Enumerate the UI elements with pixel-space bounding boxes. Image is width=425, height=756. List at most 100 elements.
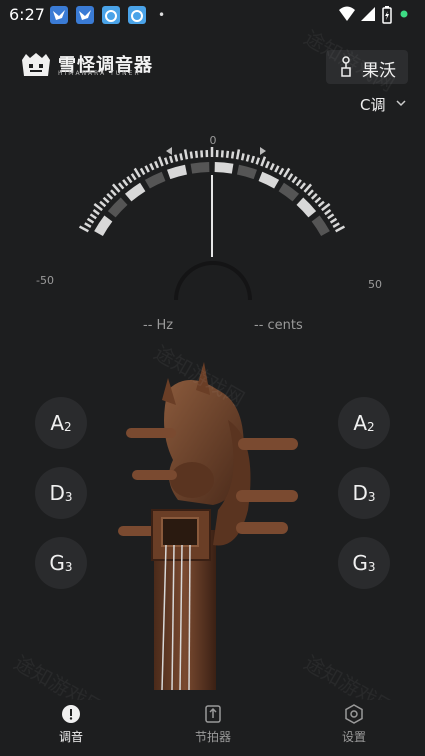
string-button-left-2[interactable]: D3	[35, 467, 87, 519]
gauge-tick	[335, 225, 346, 233]
gauge-tick	[200, 150, 204, 158]
gauge-tick	[245, 154, 250, 162]
chevron-down-icon	[396, 100, 406, 107]
gauge-segment	[107, 197, 128, 218]
gauge-tick	[122, 179, 129, 187]
key-select[interactable]: C调	[360, 94, 410, 114]
string-note: A	[50, 411, 65, 435]
gauge-tick	[230, 151, 235, 159]
bird-app-icon	[76, 6, 94, 24]
gauge-tick	[89, 213, 97, 220]
gauge-tick	[264, 160, 270, 169]
gauge-tick	[299, 182, 307, 190]
gauge-inner-shadow	[174, 261, 252, 300]
nav-label: 设置	[341, 730, 366, 744]
gauge-tick	[321, 202, 331, 212]
gauge-tick	[189, 151, 194, 159]
gauge-tick	[317, 200, 325, 208]
gauge-tick	[163, 157, 169, 165]
nav-label: 调音	[58, 730, 83, 744]
string-octave: 3	[367, 560, 376, 574]
string-note: D	[352, 481, 368, 505]
app-logo: 雪怪调音器 HIMANARA TUNER	[20, 50, 180, 82]
gauge-tick	[235, 149, 241, 160]
horse-muzzle	[170, 462, 214, 498]
status-dot-icon	[400, 10, 408, 18]
gauge-tick	[154, 160, 160, 169]
gauge-segment	[94, 215, 113, 237]
gauge-tick	[92, 209, 100, 216]
string-octave: 3	[367, 490, 376, 504]
gauge-segment	[311, 215, 330, 237]
gauge-segment	[190, 162, 210, 174]
gauge-tick	[93, 202, 103, 212]
gauge-tick	[149, 163, 155, 171]
string-button-right-1[interactable]: A2	[338, 397, 390, 449]
frequency-readout: -- Hz	[143, 318, 174, 333]
nav-item-settings[interactable]: 设置	[314, 704, 394, 745]
gauge-tick	[250, 155, 256, 164]
gauge-tick	[102, 196, 110, 204]
gauge-tick	[126, 176, 133, 184]
gauge-tick	[111, 183, 121, 193]
string-button-left-3[interactable]: G3	[35, 537, 87, 589]
gauge-tick	[168, 155, 174, 164]
gauge-tick	[324, 209, 332, 216]
bottom-navigation: 调音 节拍器 设置	[0, 700, 425, 756]
gauge-tick	[174, 154, 179, 162]
bird-app-icon	[50, 6, 68, 24]
wifi-icon	[339, 6, 355, 21]
gauge-tick	[274, 165, 280, 173]
gauge-tick	[84, 222, 92, 228]
gauge-segment	[258, 171, 280, 189]
nav-item-tuner[interactable]: 调音	[31, 704, 111, 745]
key-label: C调	[360, 96, 386, 114]
settings-hexagon-icon	[345, 704, 363, 724]
gauge-tick	[314, 196, 322, 204]
horse-ear-right	[196, 362, 210, 395]
gauge-tick	[86, 217, 95, 224]
tuner-gauge: 0 -50 50	[36, 134, 382, 300]
gauge-tick	[139, 167, 146, 176]
gauge-tick	[130, 173, 137, 181]
nav-label: 节拍器	[194, 730, 231, 744]
string-button-right-2[interactable]: D3	[338, 467, 390, 519]
gauge-tick	[255, 157, 261, 165]
gauge-segment	[278, 182, 300, 202]
swirl-app-icon	[102, 6, 120, 24]
gauge-tick	[78, 225, 89, 233]
string-note: G	[352, 551, 368, 575]
gauge-tick	[269, 163, 275, 171]
string-note: A	[353, 411, 368, 435]
metronome-icon	[205, 705, 221, 723]
string-button-right-3[interactable]: G3	[338, 537, 390, 589]
string-octave: 2	[367, 420, 375, 434]
gauge-tick	[240, 153, 245, 161]
flat-indicator-icon	[166, 147, 172, 155]
gauge-segment	[124, 182, 146, 202]
more-notifications-icon: •	[158, 8, 166, 22]
gauge-segment	[236, 164, 257, 180]
gauge-tick	[278, 167, 285, 176]
gauge-center-label: 0	[210, 134, 217, 147]
status-time: 6:27	[9, 5, 45, 24]
gauge-tick	[307, 189, 314, 197]
gauge-tick	[179, 153, 184, 161]
gauge-tick	[303, 183, 313, 193]
string-button-left-1[interactable]: A2	[35, 397, 87, 449]
gauge-tick	[144, 165, 150, 173]
swirl-app-icon	[128, 6, 146, 24]
string-octave: 3	[64, 560, 73, 574]
instrument-select-button[interactable]: 果沃	[326, 50, 408, 84]
gauge-segment	[167, 164, 188, 180]
gauge-segment	[144, 171, 166, 189]
gauge-tick	[332, 222, 340, 228]
nav-item-metronome[interactable]: 节拍器	[173, 704, 253, 745]
gauge-tick	[283, 167, 291, 178]
string-octave: 3	[64, 490, 73, 504]
cents-readout: -- cents	[254, 318, 303, 333]
gauge-tick	[110, 189, 117, 197]
instrument-headstock-image	[118, 362, 298, 690]
gauge-tick	[329, 217, 338, 224]
app-subtitle: HIMANARA TUNER	[58, 70, 141, 77]
